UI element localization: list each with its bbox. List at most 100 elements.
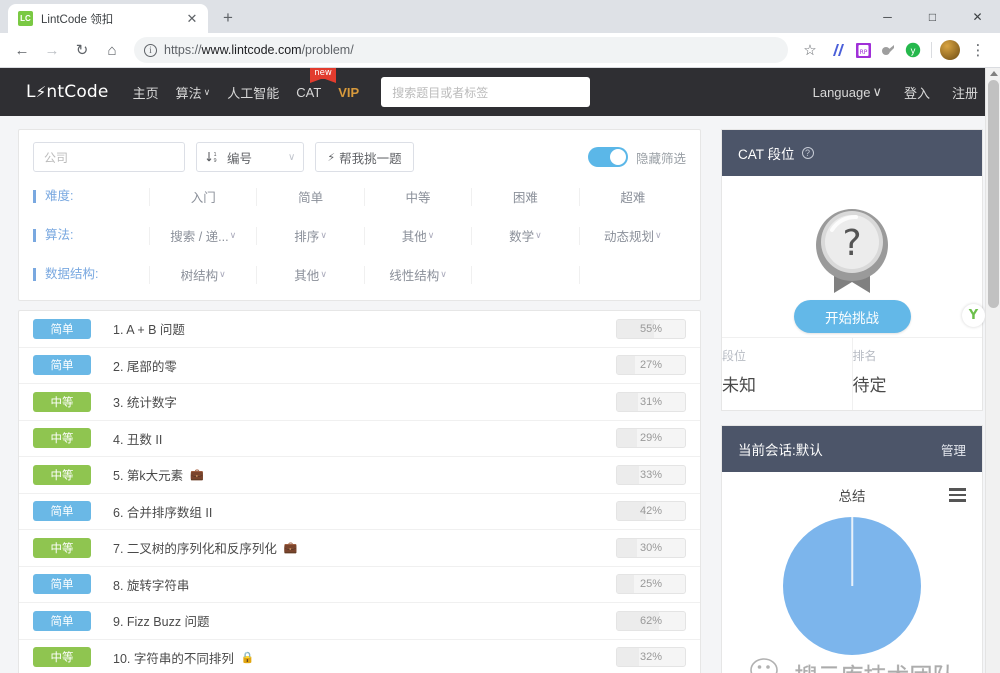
browser-tab[interactable]: LC LintCode 领扣 ✕ [8, 4, 208, 33]
facet-row-datastructure: 数据结构: 树结构∨ 其他∨ 线性结构∨ [33, 260, 686, 289]
nav-item-vip[interactable]: VIP [338, 85, 359, 100]
window-close-icon[interactable]: ✕ [955, 0, 1000, 33]
difficulty-badge: 简单 [33, 355, 91, 375]
pie-slice-pending [783, 517, 921, 655]
language-label: Language [813, 85, 871, 100]
facet-algorithm-1[interactable]: 排序∨ [256, 227, 363, 245]
svg-text:?: ? [842, 223, 861, 264]
nav-item-cat[interactable]: new CAT [296, 85, 321, 100]
register-link[interactable]: 注册 [952, 83, 978, 102]
page-scrollbar[interactable] [985, 68, 1000, 673]
url-host: www.lintcode.com [202, 43, 302, 57]
problem-title[interactable]: 4. 丑数 II [113, 429, 162, 448]
problem-title[interactable]: 8. 旋转字符串 [113, 575, 189, 594]
home-icon[interactable]: ⌂ [98, 36, 126, 64]
facet-text: 入门 [191, 187, 216, 206]
bookmark-star-icon[interactable]: ☆ [796, 36, 824, 64]
gray-extension-icon[interactable] [877, 39, 899, 61]
table-row[interactable]: 中等4. 丑数 II29% [19, 421, 700, 458]
start-challenge-button[interactable]: 开始挑战 [794, 300, 911, 333]
purple-extension-icon[interactable]: RP [852, 39, 874, 61]
hide-filters-toggle[interactable] [588, 147, 628, 167]
pick-problem-button[interactable]: ⚡ 帮我挑一题 [315, 142, 413, 172]
nav-item-ai[interactable]: 人工智能 [227, 83, 279, 102]
svg-text:RP: RP [859, 49, 867, 56]
new-tab-icon[interactable]: + [214, 4, 242, 32]
login-link[interactable]: 登入 [904, 83, 930, 102]
hide-filters-label: 隐藏筛选 [636, 148, 686, 167]
maximize-icon[interactable]: □ [910, 0, 955, 33]
facet-difficulty-0[interactable]: 入门 [149, 188, 256, 206]
table-row[interactable]: 简单6. 合并排序数组 II42% [19, 494, 700, 531]
sort-select-value: 编号 [227, 148, 252, 167]
problem-tag-icon: 🔒 [241, 651, 255, 664]
check-circle-extension-icon[interactable]: y [902, 39, 924, 61]
facet-difficulty-3[interactable]: 困难 [471, 188, 578, 206]
problem-title[interactable]: 2. 尾部的零 [113, 356, 177, 375]
facet-datastructure-1[interactable]: 其他∨ [256, 266, 363, 284]
problem-title[interactable]: 5. 第k大元素💼 [113, 465, 204, 484]
nav-item-algorithm[interactable]: 算法∨ [176, 83, 211, 102]
avatar[interactable] [939, 39, 961, 61]
facet-items-datastructure: 树结构∨ 其他∨ 线性结构∨ [149, 266, 686, 284]
facet-text: 数学 [509, 226, 534, 245]
facet-difficulty-1[interactable]: 简单 [256, 188, 363, 206]
scrollbar-thumb[interactable] [988, 80, 999, 308]
browser-menu-icon[interactable]: ⋮ [964, 36, 992, 64]
problem-tag-icon: 💼 [284, 541, 298, 554]
table-row[interactable]: 中等10. 字符串的不同排列🔒32% [19, 640, 700, 673]
reload-icon[interactable]: ↻ [68, 36, 96, 64]
facet-algorithm-0[interactable]: 搜索 / 递...∨ [149, 227, 256, 245]
address-bar[interactable]: i https://www.lintcode.com/problem/ [134, 37, 788, 63]
hamburger-menu-icon[interactable] [949, 488, 966, 502]
floating-widget-icon[interactable]: Y [962, 304, 985, 327]
site-logo[interactable]: L⚡ntCode [26, 82, 109, 102]
site-search-input[interactable]: 搜索题目或者标签 [381, 77, 590, 107]
facet-algorithm-3[interactable]: 数学∨ [471, 227, 578, 245]
analytics-extension-icon[interactable] [827, 39, 849, 61]
help-icon[interactable]: ? [802, 147, 814, 159]
facet-text: 动态规划 [604, 226, 654, 245]
table-row[interactable]: 中等5. 第k大元素💼33% [19, 457, 700, 494]
language-selector[interactable]: Language∨ [813, 84, 882, 100]
facet-algorithm-2[interactable]: 其他∨ [364, 227, 471, 245]
table-row[interactable]: 简单9. Fizz Buzz 问题62% [19, 603, 700, 640]
facet-difficulty-4[interactable]: 超难 [579, 188, 686, 206]
table-row[interactable]: 简单1. A + B 问题55% [19, 311, 700, 348]
close-icon[interactable]: ✕ [184, 11, 200, 27]
table-row[interactable]: 简单2. 尾部的零27% [19, 348, 700, 385]
page-info-icon[interactable]: i [144, 44, 157, 57]
problem-tag-icon: 💼 [190, 468, 204, 481]
manage-link[interactable]: 管理 [941, 440, 966, 459]
extension-icons: ☆ RP y ⋮ [796, 36, 992, 64]
problem-title[interactable]: 9. Fizz Buzz 问题 [113, 611, 210, 630]
sort-select[interactable]: 19 编号 ∨ [196, 142, 304, 172]
company-input[interactable]: 公司 [33, 142, 185, 172]
table-row[interactable]: 中等7. 二叉树的序列化和反序列化💼30% [19, 530, 700, 567]
problem-title[interactable]: 6. 合并排序数组 II [113, 502, 212, 521]
scroll-up-arrow-icon[interactable] [990, 71, 998, 76]
watermark: 搜云库技术团队 [722, 657, 982, 673]
problem-title[interactable]: 10. 字符串的不同排列🔒 [113, 648, 255, 667]
problem-title[interactable]: 3. 统计数字 [113, 392, 177, 411]
forward-icon[interactable]: → [38, 36, 66, 64]
table-row[interactable]: 中等3. 统计数字31% [19, 384, 700, 421]
problem-title[interactable]: 7. 二叉树的序列化和反序列化💼 [113, 538, 298, 557]
facet-datastructure-2[interactable]: 线性结构∨ [364, 266, 471, 284]
logo-text-post: ntCode [46, 82, 108, 102]
nav-item-cat-label: CAT [296, 85, 321, 100]
difficulty-badge: 中等 [33, 538, 91, 558]
facet-algorithm-4[interactable]: 动态规划∨ [579, 227, 686, 245]
rank-stat-tier-key: 段位 [722, 347, 852, 364]
back-icon[interactable]: ← [8, 36, 36, 64]
filter-panel: 公司 19 编号 ∨ ⚡ 帮我挑一题 [18, 129, 701, 301]
facet-datastructure-0[interactable]: 树结构∨ [149, 266, 256, 284]
facet-difficulty-2[interactable]: 中等 [364, 188, 471, 206]
toolbar-divider [931, 42, 932, 58]
url-text: https://www.lintcode.com/problem/ [164, 43, 354, 57]
minimize-icon[interactable]: ─ [865, 0, 910, 33]
table-row[interactable]: 简单8. 旋转字符串25% [19, 567, 700, 604]
problem-title-text: 1. A + B 问题 [113, 319, 185, 338]
problem-title[interactable]: 1. A + B 问题 [113, 319, 185, 338]
nav-item-home[interactable]: 主页 [133, 83, 159, 102]
